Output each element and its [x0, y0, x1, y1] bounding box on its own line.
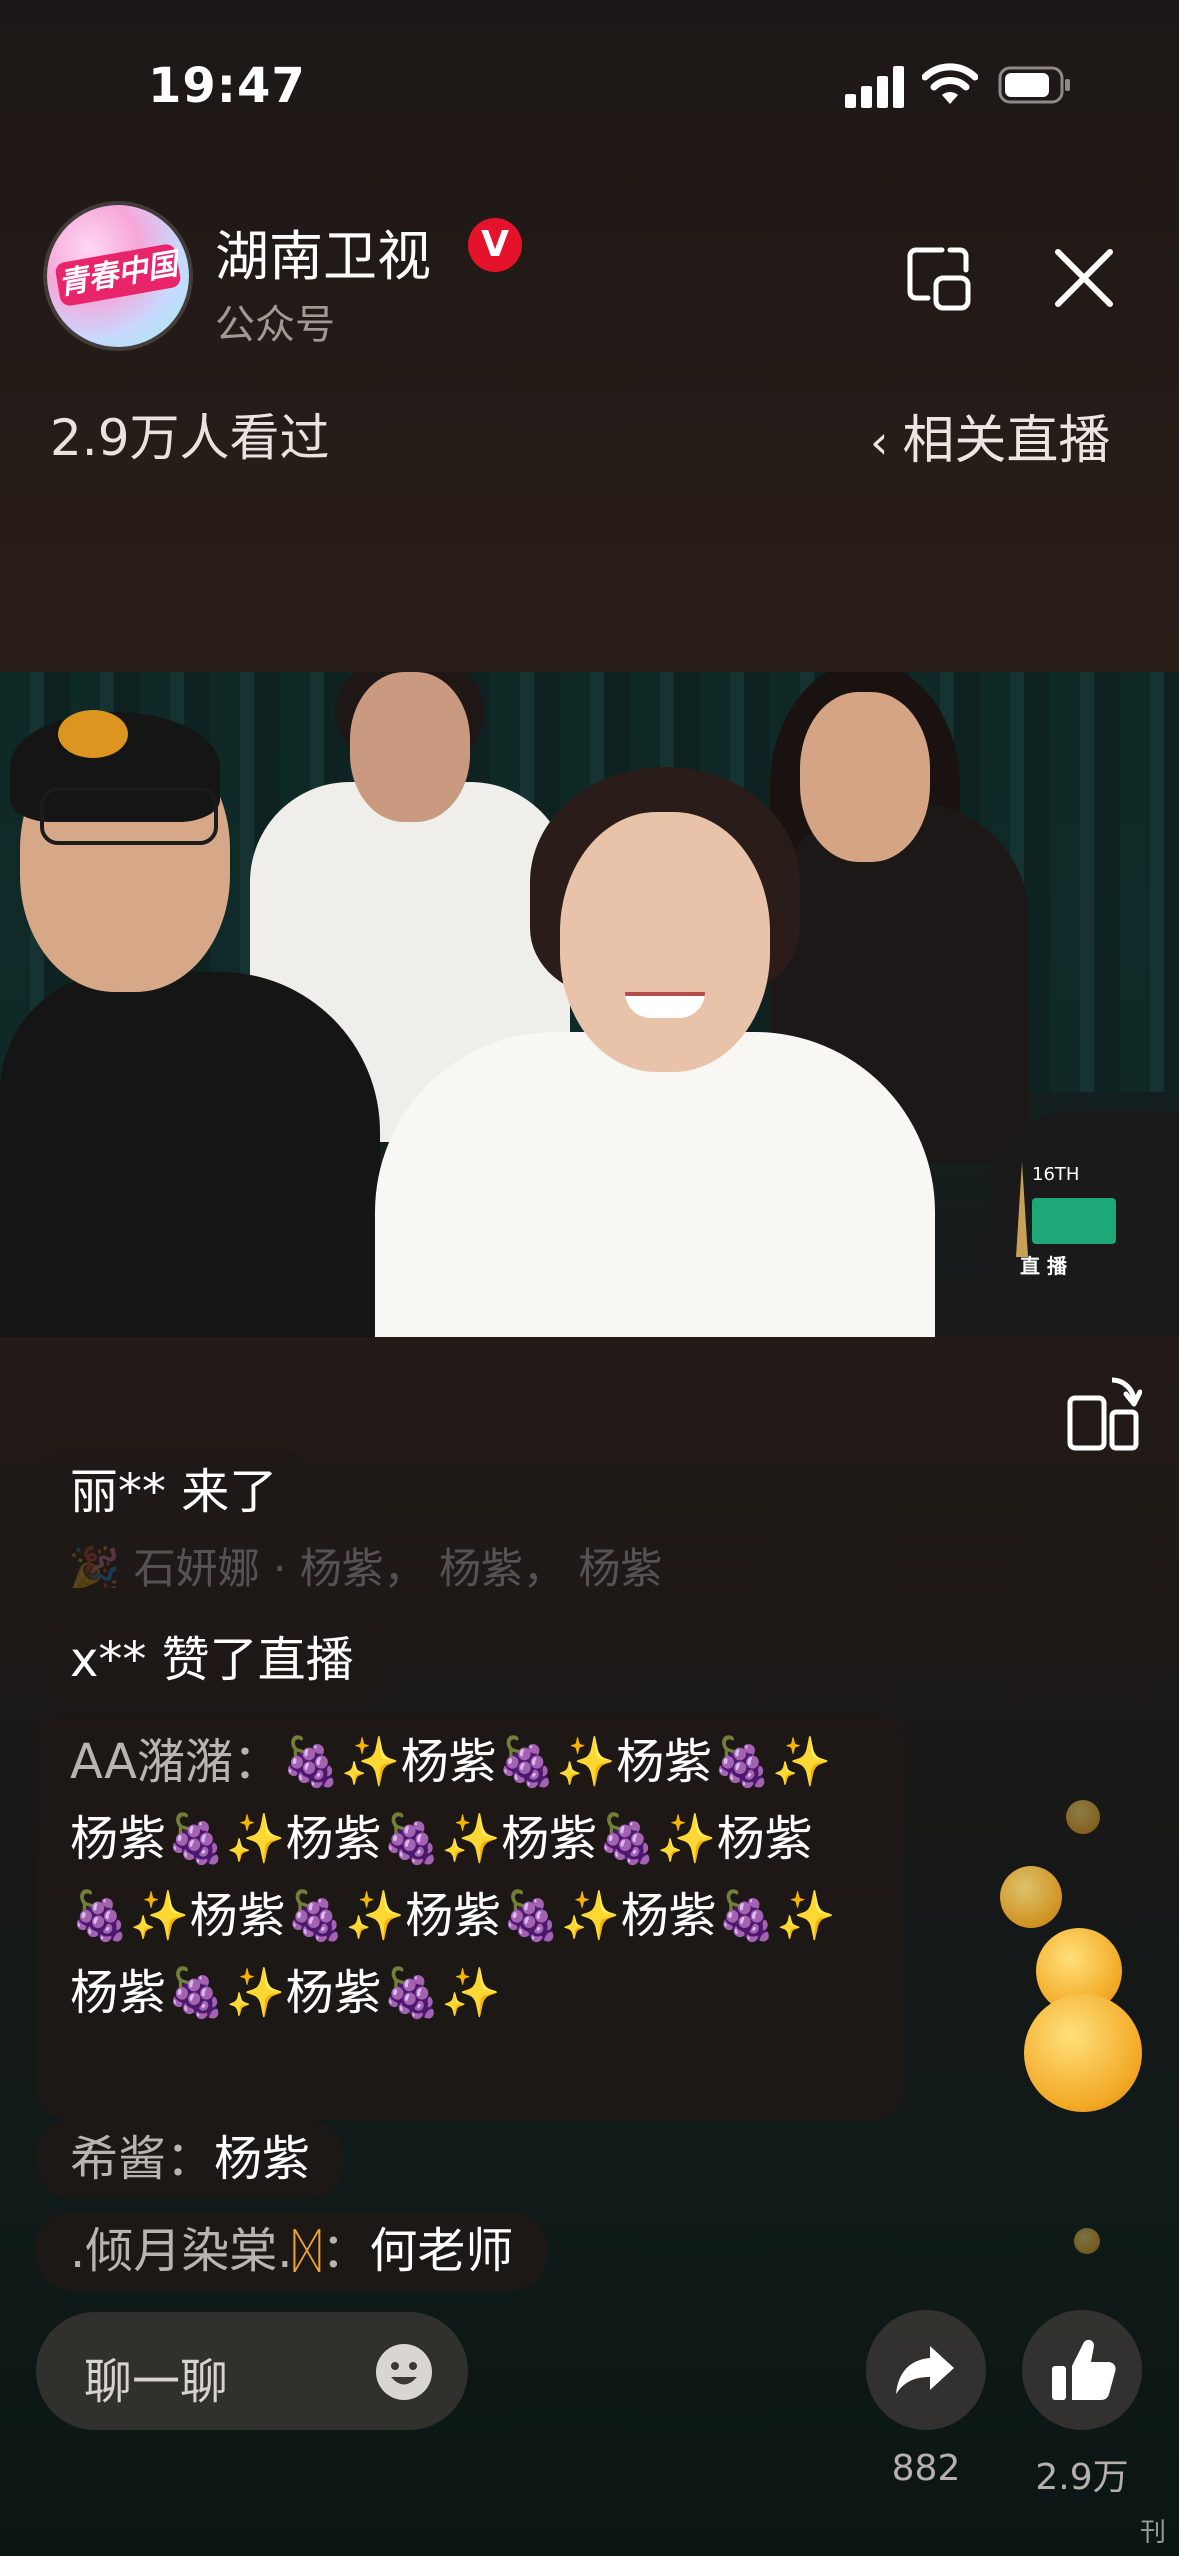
comment-username[interactable]: .倾月染棠. — [70, 2223, 293, 2279]
award-badge-text: 16TH — [1032, 1164, 1079, 1185]
chat-input-placeholder: 聊一聊 — [84, 2354, 229, 2410]
avatar-logo: 青春中国 — [54, 242, 182, 308]
comment-text: 杨紫 — [214, 2131, 311, 2187]
chevron-left-icon: ‹ — [870, 415, 889, 469]
emoji-icon[interactable] — [374, 2342, 434, 2402]
corner-mark: 刊 — [1140, 2518, 1167, 2548]
related-live-link[interactable]: ‹ 相关直播 — [870, 398, 1110, 473]
floating-emoji-icon — [1066, 1800, 1100, 1834]
chat-input[interactable]: 聊一聊 — [36, 2312, 468, 2430]
comment-item: AA潴潴：🍇✨杨紫🍇✨杨紫🍇✨杨紫🍇✨杨紫🍇✨杨紫🍇✨杨紫🍇✨杨紫🍇✨杨紫🍇✨杨… — [36, 1716, 904, 2120]
channel-avatar[interactable]: 青春中国 — [47, 205, 189, 347]
rotate-screen-icon[interactable] — [1062, 1372, 1142, 1452]
comment-text: 何老师 — [369, 2223, 514, 2279]
floating-emoji-icon — [1074, 2228, 1100, 2254]
comment-item: 希酱：杨紫 — [36, 2120, 345, 2198]
share-button[interactable] — [866, 2310, 986, 2430]
live-video-player[interactable]: 16TH 直 播 — [0, 672, 1179, 1337]
channel-name[interactable]: 湖南卫视 — [215, 212, 431, 291]
related-live-label: 相关直播 — [902, 411, 1111, 471]
comment-item: x** 赞了直播 — [36, 1616, 388, 1704]
award-logo-icon: 16TH — [1016, 1162, 1116, 1257]
fan-badge-icon: ᛞ — [292, 2223, 322, 2279]
thumbs-up-icon — [1052, 2339, 1116, 2400]
comment-item-fading: 🎉 石妍娜 · 杨紫， 杨紫， 杨紫 — [68, 1544, 663, 1588]
floating-emoji-icon — [1024, 1994, 1142, 2112]
status-time: 19:47 — [148, 58, 306, 114]
cellular-signal-icon — [845, 64, 905, 108]
wifi-icon — [922, 63, 978, 104]
close-icon[interactable] — [1052, 246, 1116, 310]
viewer-count: 2.9万人看过 — [50, 409, 330, 467]
picture-in-picture-icon[interactable] — [902, 242, 976, 316]
comment-username[interactable]: 希酱 — [70, 2131, 166, 2187]
comment-item: 丽** 来了 — [36, 1448, 312, 1536]
like-button[interactable] — [1022, 2310, 1142, 2430]
floating-emoji-icon — [1000, 1866, 1062, 1928]
comment-item: .倾月染棠.ᛞ：何老师 — [36, 2212, 548, 2290]
verified-badge-icon: V — [468, 218, 522, 272]
share-count: 882 — [891, 2448, 961, 2489]
share-icon — [896, 2346, 954, 2394]
live-label: 直 播 — [1020, 1254, 1067, 1278]
like-count: 2.9万 — [1035, 2457, 1129, 2498]
channel-type-label: 公众号 — [215, 302, 335, 348]
battery-icon — [998, 66, 1070, 104]
comment-username[interactable]: AA潴潴 — [70, 1734, 233, 1790]
channel-watermark-icon — [58, 710, 128, 758]
